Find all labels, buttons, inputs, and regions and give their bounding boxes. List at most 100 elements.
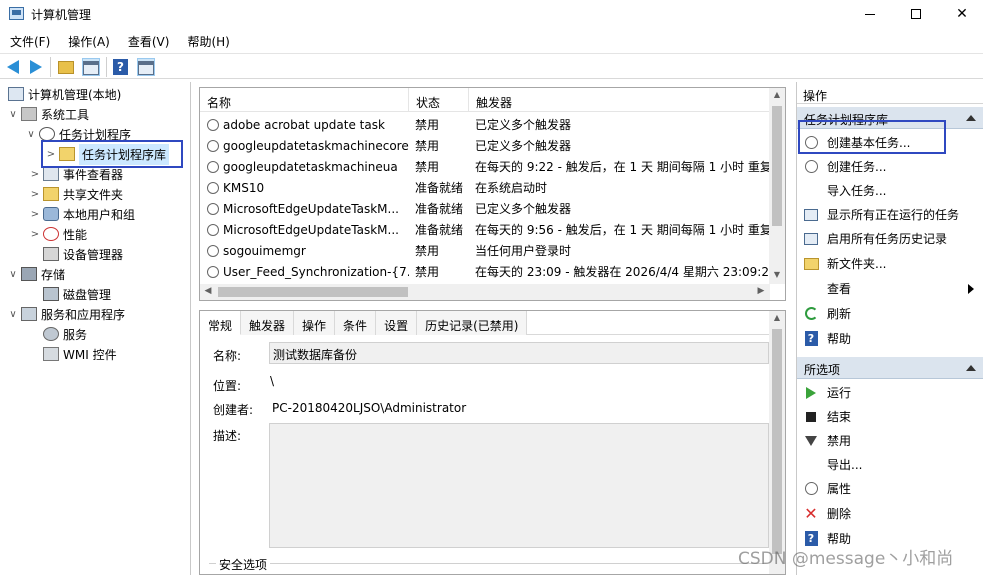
collapse-chevron-icon[interactable]: ∨ [7, 109, 19, 120]
tab-actions[interactable]: 操作 [294, 311, 336, 335]
task-row[interactable]: MicrosoftEdgeUpdateTaskM... 准备就绪 在每天的 9:… [200, 219, 770, 240]
task-row[interactable]: MicrosoftEdgeUpdateTaskM... 准备就绪 已定义多个触发… [200, 198, 770, 219]
location-label: 位置: [213, 379, 242, 393]
tree-item-storage[interactable]: ∨ 存储 [7, 264, 65, 284]
tree-item-label: 服务 [63, 327, 88, 342]
back-button[interactable] [5, 58, 23, 76]
scroll-left-icon[interactable]: ◀ [200, 286, 216, 296]
task-clock-icon [207, 244, 219, 257]
collapse-chevron-icon[interactable]: ∨ [7, 269, 19, 280]
task-row[interactable]: KMS10 准备就绪 在系统启动时 [200, 177, 770, 198]
task-name-field[interactable]: 测试数据库备份 [269, 342, 769, 364]
show-hide-action-pane-button[interactable] [137, 58, 155, 76]
scroll-right-icon[interactable]: ▶ [753, 286, 769, 296]
help-icon: ? [804, 331, 818, 346]
close-button[interactable]: ✕ [939, 0, 983, 28]
expand-chevron-icon[interactable]: > [29, 229, 41, 240]
task-name: MicrosoftEdgeUpdateTaskM... [223, 201, 399, 216]
action-import-task[interactable]: 导入任务... [797, 179, 983, 202]
expand-chevron-icon[interactable]: > [29, 169, 41, 180]
tree-item-services-apps[interactable]: ∨ 服务和应用程序 [7, 304, 125, 324]
column-header-status[interactable]: 状态 [409, 88, 469, 112]
action-label: 帮助 [827, 332, 852, 346]
action-label: 显示所有正在运行的任务 [827, 208, 960, 222]
tree-item-wmi-control[interactable]: WMI 控件 [41, 344, 117, 364]
action-label: 结束 [827, 410, 852, 424]
task-clock-icon [207, 139, 219, 152]
tree-item-local-users-groups[interactable]: > 本地用户和组 [29, 204, 135, 224]
maximize-button[interactable] [893, 0, 939, 28]
scroll-down-icon[interactable]: ▼ [769, 270, 785, 279]
scroll-up-icon[interactable]: ▲ [769, 313, 785, 322]
tree-item-shared-folders[interactable]: > 共享文件夹 [29, 184, 123, 204]
action-label: 运行 [827, 386, 852, 400]
collapse-chevron-icon[interactable]: ∨ [25, 129, 37, 140]
minimize-button[interactable] [847, 0, 893, 28]
task-location-value: \ [270, 374, 275, 388]
action-disable[interactable]: 禁用 [797, 429, 983, 452]
tab-history[interactable]: 历史记录(已禁用) [417, 311, 528, 335]
tree-item-label: WMI 控件 [63, 347, 117, 362]
scroll-up-icon[interactable]: ▲ [769, 90, 785, 99]
task-author-value: PC-20180420LJSO\Administrator [272, 401, 467, 415]
scrollbar-thumb[interactable] [772, 329, 782, 554]
task-trigger: 已定义多个触发器 [475, 118, 572, 132]
task-row[interactable]: sogouimemgr 禁用 当任何用户登录时 [200, 240, 770, 261]
action-new-folder[interactable]: 新文件夹... [797, 252, 983, 275]
tab-conditions[interactable]: 条件 [335, 311, 377, 335]
task-status: 禁用 [415, 244, 440, 258]
action-delete[interactable]: ✕ 删除 [797, 502, 983, 525]
detail-vertical-scrollbar[interactable]: ▲ [769, 311, 785, 574]
tab-settings[interactable]: 设置 [376, 311, 418, 335]
action-show-running-tasks[interactable]: 显示所有正在运行的任务 [797, 203, 983, 226]
menu-action[interactable]: 操作(A) [58, 30, 118, 52]
action-view[interactable]: 查看 [797, 277, 983, 300]
task-list-vertical-scrollbar[interactable]: ▲ ▼ [769, 88, 785, 284]
users-icon [43, 207, 59, 221]
action-export[interactable]: 导出... [797, 453, 983, 476]
show-hide-tree-button[interactable] [82, 58, 100, 76]
tree-item-computer-management[interactable]: 计算机管理(本地) [6, 84, 121, 104]
tab-triggers[interactable]: 触发器 [241, 311, 295, 335]
collapse-chevron-icon[interactable]: ∨ [7, 309, 19, 320]
action-help[interactable]: ? 帮助 [797, 327, 983, 350]
task-row[interactable]: adobe acrobat update task 禁用 已定义多个触发器 [200, 114, 770, 135]
column-header-name[interactable]: 名称 [200, 88, 409, 112]
task-row[interactable]: googleupdatetaskmachineua 禁用 在每天的 9:22 -… [200, 156, 770, 177]
task-list-horizontal-scrollbar[interactable]: ◀ ▶ [200, 284, 770, 300]
help-button[interactable]: ? [113, 58, 131, 76]
task-status: 禁用 [415, 160, 440, 174]
scrollbar-thumb[interactable] [218, 287, 408, 297]
menu-help[interactable]: 帮助(H) [177, 30, 237, 52]
tree-item-device-manager[interactable]: 设备管理器 [41, 244, 123, 264]
action-end[interactable]: 结束 [797, 405, 983, 428]
forward-button[interactable] [26, 58, 44, 76]
action-label: 导出... [827, 458, 863, 472]
action-properties[interactable]: 属性 [797, 477, 983, 500]
expand-chevron-icon[interactable]: > [29, 209, 41, 220]
section-header-selected-item[interactable]: 所选项 [797, 357, 983, 379]
task-description-field[interactable] [269, 423, 769, 548]
task-row[interactable]: User_Feed_Synchronization-{7... 禁用 在每天的 … [200, 261, 770, 282]
expand-chevron-icon[interactable]: > [29, 189, 41, 200]
tab-general[interactable]: 常规 [200, 311, 242, 335]
action-enable-history[interactable]: 启用所有任务历史记录 [797, 227, 983, 250]
clock-icon [804, 482, 818, 495]
up-folder-button[interactable] [58, 58, 76, 76]
action-create-task[interactable]: 创建任务... [797, 155, 983, 178]
tree-item-performance[interactable]: > 性能 [29, 224, 87, 244]
menu-file[interactable]: 文件(F) [0, 30, 58, 52]
tree-item-disk-management[interactable]: 磁盘管理 [41, 284, 111, 304]
computer-management-icon [9, 7, 24, 20]
menu-view[interactable]: 查看(V) [118, 30, 178, 52]
task-row[interactable]: googleupdatetaskmachinecore 禁用 已定义多个触发器 [200, 135, 770, 156]
action-run[interactable]: 运行 [797, 381, 983, 404]
tree-item-system-tools[interactable]: ∨ 系统工具 [7, 104, 89, 124]
action-refresh[interactable]: 刷新 [797, 302, 983, 325]
collapse-caret-icon[interactable] [966, 365, 976, 371]
scrollbar-thumb[interactable] [772, 106, 782, 226]
collapse-caret-icon[interactable] [966, 115, 976, 121]
tree-item-services[interactable]: 服务 [41, 324, 87, 344]
folder-up-icon [58, 61, 74, 74]
column-header-trigger[interactable]: 触发器 [469, 88, 770, 112]
